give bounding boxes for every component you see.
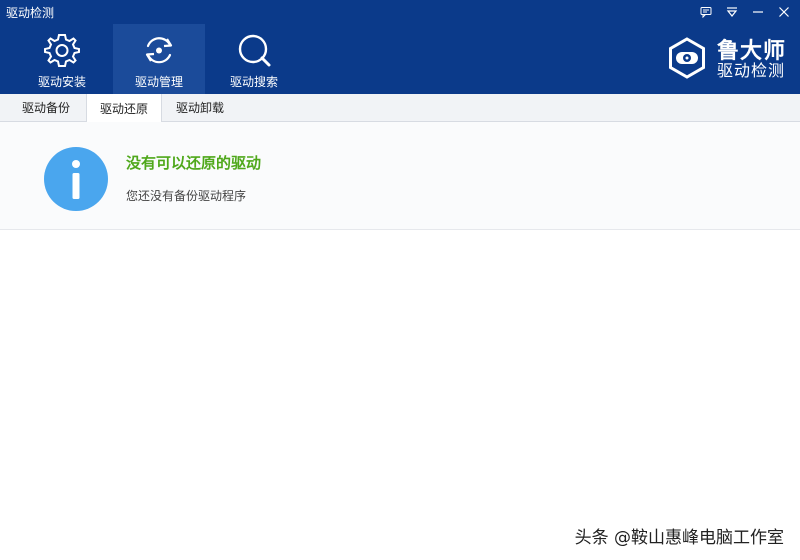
info-panel: 没有可以还原的驱动 您还没有备份驱动程序	[0, 122, 800, 230]
ludashi-logo-icon	[665, 36, 709, 84]
refresh-icon	[140, 31, 178, 69]
info-heading: 没有可以还原的驱动	[126, 154, 262, 172]
tool-label: 驱动管理	[134, 75, 183, 89]
brand-name: 鲁大师	[716, 39, 786, 65]
brand-product: 驱动检测	[716, 61, 785, 81]
watermark: 头条 @鞍山惠峰电脑工作室	[574, 528, 784, 548]
window-controls	[696, 2, 794, 22]
tool-label: 驱动搜索	[229, 75, 278, 89]
tool-label: 驱动安装	[37, 75, 86, 89]
tool-driver-search[interactable]: 驱动搜索	[208, 24, 300, 94]
tab-driver-backup[interactable]: 驱动备份	[10, 94, 82, 121]
title-bar: 驱动检测	[0, 0, 800, 24]
window-title: 驱动检测	[6, 6, 55, 20]
gear-icon	[43, 31, 81, 69]
tab-bar: 驱动备份 驱动还原 驱动卸载	[0, 94, 800, 122]
tab-driver-restore[interactable]: 驱动还原	[86, 94, 162, 122]
menu-icon[interactable]	[722, 2, 742, 22]
info-icon	[44, 147, 108, 211]
brand: 鲁大师 驱动检测	[665, 36, 786, 84]
main-toolbar: 驱动安装 驱动管理 驱动搜索 鲁大师 驱动检测	[0, 24, 800, 94]
info-subtext: 您还没有备份驱动程序	[126, 189, 247, 203]
feedback-icon[interactable]	[696, 2, 716, 22]
minimize-icon[interactable]	[748, 2, 768, 22]
close-icon[interactable]	[774, 2, 794, 22]
tool-driver-manage[interactable]: 驱动管理	[113, 24, 205, 94]
tab-driver-uninstall[interactable]: 驱动卸载	[164, 94, 236, 121]
search-icon	[235, 31, 273, 69]
tool-driver-install[interactable]: 驱动安装	[16, 24, 108, 94]
